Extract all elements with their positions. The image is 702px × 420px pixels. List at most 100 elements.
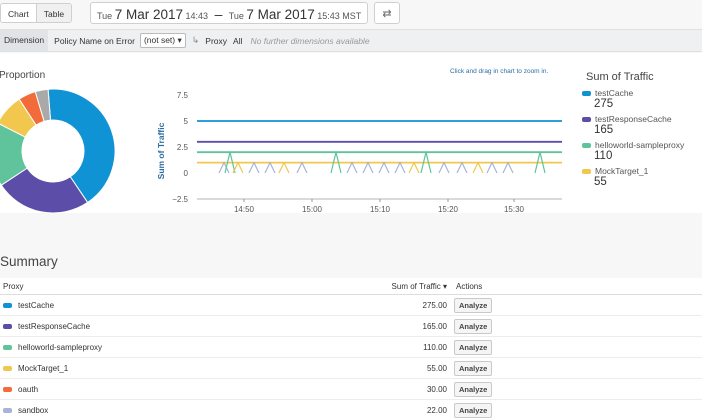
proxy-name: sandbox <box>18 405 49 415</box>
series-spike <box>408 161 420 174</box>
dimension-bar: Dimension Policy Name on Error (not set)… <box>0 29 702 52</box>
legend-name: testCache <box>595 88 634 98</box>
legend-item[interactable]: helloworld-sampleproxy 110 <box>582 140 702 166</box>
table-row: testCache 275.00 Analyze <box>0 295 702 316</box>
sub-dimension-arrow-icon: ↳ <box>191 35 200 45</box>
legend-swatch <box>582 90 591 96</box>
table-row: oauth 30.00 Analyze <box>0 379 702 400</box>
proxy-name: testResponseCache <box>18 321 91 331</box>
view-toggle: Chart Table <box>0 3 73 23</box>
date-range-picker[interactable]: Tue 7 Mar 2017 14:43 – Tue 7 Mar 2017 15… <box>90 2 368 24</box>
legend-value: 165 <box>594 124 614 136</box>
series-spike <box>438 161 450 174</box>
analyze-button[interactable]: Analyze <box>454 402 493 418</box>
legend-title: Sum of Traffic <box>586 71 654 83</box>
analyze-button[interactable]: Analyze <box>454 318 493 334</box>
row-swatch <box>3 344 12 350</box>
x-tick-label: 15:30 <box>504 205 525 214</box>
row-swatch <box>3 386 12 392</box>
summary-title: Summary <box>0 254 58 269</box>
legend-item[interactable]: testCache 275 <box>582 88 702 114</box>
summary-table: Proxy Sum of Traffic ▾ Actions testCache… <box>0 278 702 420</box>
legend-name: helloworld-sampleproxy <box>595 140 685 150</box>
traffic-value: 110.00 <box>423 342 447 352</box>
policy-name-select[interactable]: (not set) ▾ <box>139 33 186 48</box>
table-row: sandbox 22.00 Analyze <box>0 400 702 420</box>
proxy-name: testCache <box>18 300 55 310</box>
series-spike <box>486 161 498 174</box>
y-tick-label: 5 <box>184 117 189 126</box>
traffic-value: 30.00 <box>426 384 447 394</box>
y-tick-label: 2.5 <box>177 143 189 152</box>
series-spike <box>502 161 514 174</box>
y-tick-label: 7.5 <box>177 91 189 100</box>
table-row: MockTarget_1 55.00 Analyze <box>0 358 702 379</box>
series-spike <box>278 161 290 174</box>
traffic-value: 55.00 <box>426 363 447 373</box>
traffic-value: 275.00 <box>422 300 447 310</box>
series-spike <box>248 161 260 174</box>
proxy-name: MockTarget_1 <box>18 363 69 373</box>
chart-panel: Proportion Click and drag in chart to zo… <box>0 53 702 214</box>
zoom-hint: Click and drag in chart to zoom in. <box>450 68 549 75</box>
y-axis-label: Sum of Traffic <box>156 122 166 179</box>
toolbar: Chart Table Tue 7 Mar 2017 14:43 – Tue 7… <box>0 0 702 28</box>
end-time: 15:43 MST <box>317 11 362 21</box>
row-swatch <box>3 323 12 329</box>
series-spike <box>378 161 390 174</box>
proportion-title: Proportion <box>0 70 46 81</box>
start-time: 14:43 <box>185 11 209 21</box>
legend-value: 275 <box>594 98 614 110</box>
dimension-label: Dimension <box>0 30 49 51</box>
end-weekday: Tue <box>228 11 244 21</box>
y-tick-label: −2.5 <box>172 195 188 204</box>
legend-name: MockTarget_1 <box>595 166 649 176</box>
table-row: testResponseCache 165.00 Analyze <box>0 316 702 337</box>
row-swatch <box>3 302 12 308</box>
legend-item[interactable]: testResponseCache 165 <box>582 114 702 140</box>
swap-icon: ⇄ <box>382 7 392 20</box>
table-tab[interactable]: Table <box>36 4 72 22</box>
traffic-value: 165.00 <box>422 321 447 331</box>
series-spike <box>394 161 406 174</box>
table-header: Proxy Sum of Traffic ▾ Actions <box>0 278 702 295</box>
analyze-button[interactable]: Analyze <box>454 339 493 355</box>
x-tick-label: 15:00 <box>302 205 323 214</box>
legend-swatch <box>582 142 591 148</box>
y-tick-label: 0 <box>184 169 189 178</box>
series-spike <box>362 161 374 174</box>
x-tick-label: 15:10 <box>370 205 391 214</box>
all-dimension-link[interactable]: All <box>233 36 242 46</box>
series-spike <box>472 161 484 174</box>
traffic-column-header[interactable]: Sum of Traffic ▾ <box>300 282 450 291</box>
proxy-name: oauth <box>18 384 39 394</box>
row-swatch <box>3 407 12 413</box>
traffic-value: 22.00 <box>426 405 447 415</box>
analyze-button[interactable]: Analyze <box>454 360 493 376</box>
legend-value: 110 <box>594 150 613 162</box>
policy-name-label: Policy Name on Error <box>54 35 135 46</box>
analyze-button[interactable]: Analyze <box>454 297 493 313</box>
x-tick-label: 15:20 <box>438 205 459 214</box>
range-separator: – <box>214 6 223 22</box>
chart-tab[interactable]: Chart <box>1 4 37 22</box>
proxy-column-header: Proxy <box>3 281 24 291</box>
legend-swatch <box>582 168 591 174</box>
legend-name: testResponseCache <box>595 114 672 124</box>
analyze-button[interactable]: Analyze <box>454 381 493 397</box>
table-row: helloworld-sampleproxy 110.00 Analyze <box>0 337 702 358</box>
traffic-line-chart[interactable]: 7.5 5 2.5 0 −2.5 Sum of Traffic 14:50 15:00 15:1… <box>152 77 572 217</box>
x-tick-label: 14:50 <box>234 205 255 214</box>
start-weekday: Tue <box>97 11 113 21</box>
series-spike <box>264 161 276 174</box>
legend-swatch <box>582 116 591 122</box>
actions-column-header: Actions <box>456 281 483 291</box>
legend: testCache 275 testResponseCache 165 hell… <box>582 88 702 212</box>
row-swatch <box>3 365 12 371</box>
legend-item[interactable]: MockTarget_1 55 <box>582 166 702 192</box>
start-date: 7 Mar 2017 <box>114 7 183 22</box>
swap-button[interactable]: ⇄ <box>374 2 400 24</box>
series-spike <box>346 161 358 174</box>
series-spike <box>456 161 468 174</box>
proxy-dimension-label: Proxy <box>205 35 228 46</box>
